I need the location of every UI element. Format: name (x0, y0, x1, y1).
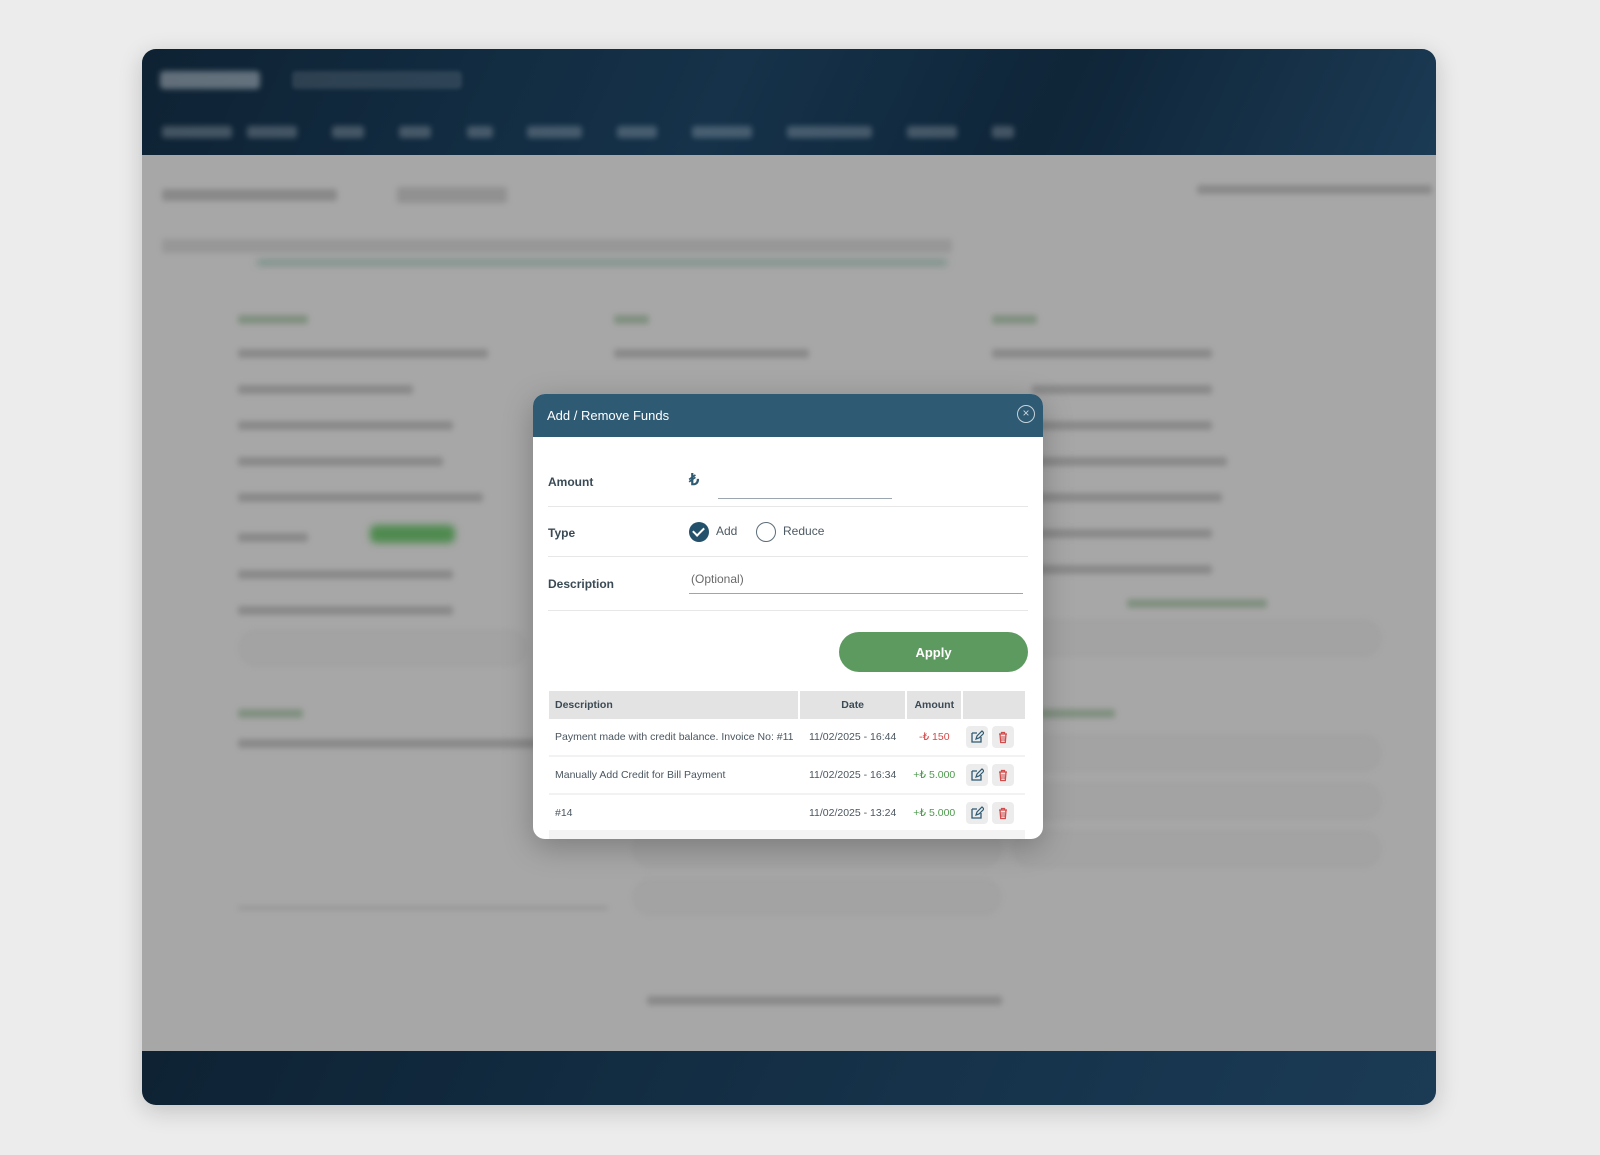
trash-icon[interactable] (992, 802, 1015, 824)
description-row: Description (548, 556, 1028, 611)
action-button-blur (238, 629, 528, 667)
amount-label: Amount (548, 475, 594, 489)
column-header-amount: Amount (906, 691, 964, 719)
breadcrumb-blur (1197, 185, 1432, 194)
row-amount: -₺ 150 (906, 719, 963, 757)
row-actions (962, 756, 1025, 795)
nav-item (162, 126, 232, 138)
description-label: Description (548, 577, 615, 591)
lira-currency-icon: ₺ (689, 472, 700, 489)
trash-icon[interactable] (992, 726, 1015, 748)
amount-row: Amount ₺ (548, 454, 1028, 507)
add-radio-label: Add (716, 524, 738, 538)
nav-item (332, 126, 364, 138)
info-row-blur (238, 385, 413, 394)
info-row-blur (238, 533, 308, 542)
nav-item (467, 126, 493, 138)
notes-blur (238, 739, 538, 748)
add-radio[interactable] (689, 522, 709, 542)
add-remove-funds-modal: Add / Remove Funds × Amount ₺ Type Add R… (533, 394, 1043, 839)
tab-underline (257, 261, 947, 264)
row-actions (962, 719, 1025, 757)
nav-item (399, 126, 431, 138)
info-row-blur (238, 606, 453, 615)
row-actions (962, 794, 1025, 833)
modal-title: Add / Remove Funds (547, 408, 670, 423)
page-title-blur (162, 189, 337, 201)
footer-bar (142, 1051, 1436, 1105)
edit-icon[interactable] (966, 726, 989, 748)
row-description: Manually Add Credit for Bill Payment (549, 756, 799, 795)
section-title-blur (1040, 709, 1115, 718)
service-row-blur (1032, 421, 1212, 430)
table-row: #14 11/02/2025 - 13:24 +₺ 5.000 (549, 794, 1025, 833)
logo (160, 71, 260, 89)
row-date: 11/02/2025 - 16:34 (798, 756, 907, 795)
status-badge (370, 525, 455, 543)
info-row-blur (238, 457, 443, 466)
nav-item (787, 126, 872, 138)
service-row-blur (1032, 565, 1212, 574)
top-navigation-bar (142, 49, 1436, 155)
section-title-blur (614, 315, 649, 324)
service-row-blur (1032, 529, 1212, 538)
action-button-blur (1012, 734, 1382, 772)
action-button-blur (632, 878, 1002, 916)
table-row: Manually Add Credit for Bill Payment 11/… (549, 756, 1025, 795)
table-row: Payment made with credit balance. Invoic… (549, 719, 1025, 757)
action-button-blur (1012, 619, 1382, 657)
nav-item (247, 126, 297, 138)
nav-item (692, 126, 752, 138)
modal-header: Add / Remove Funds × (533, 394, 1043, 437)
nav-item (527, 126, 582, 138)
row-description: Payment made with credit balance. Invoic… (549, 719, 799, 757)
table-row-partial (549, 830, 1025, 839)
column-header-description: Description (549, 691, 800, 719)
type-label: Type (548, 526, 576, 540)
row-description: #14 (549, 794, 799, 833)
edit-icon[interactable] (966, 802, 989, 824)
service-row-blur (992, 349, 1212, 358)
nav-item (992, 126, 1014, 138)
row-amount: +₺ 5.000 (906, 756, 963, 795)
table-header-row: Description Date Amount (549, 691, 1025, 719)
nav-item (617, 126, 657, 138)
type-row: Type Add Reduce (548, 506, 1028, 557)
funds-history-table: Description Date Amount Payment made wit… (549, 691, 1025, 833)
section-title-blur (992, 315, 1037, 324)
row-date: 11/02/2025 - 16:44 (798, 719, 907, 757)
service-row-blur (1032, 385, 1212, 394)
action-button-blur (1012, 830, 1382, 868)
link-blur (1127, 599, 1267, 608)
info-row-blur (238, 421, 453, 430)
action-button-blur (1012, 782, 1382, 820)
service-row-blur (1032, 457, 1227, 466)
trash-icon[interactable] (992, 764, 1015, 786)
service-row-blur (1032, 493, 1222, 502)
info-row-blur (238, 493, 483, 502)
divider (238, 907, 608, 909)
nav-item (907, 126, 957, 138)
column-header-date: Date (798, 691, 908, 719)
section-title-blur (238, 709, 303, 718)
description-input[interactable] (689, 565, 1023, 594)
amount-input[interactable] (718, 478, 892, 499)
close-icon[interactable]: × (1017, 405, 1035, 423)
row-amount: +₺ 5.000 (906, 794, 963, 833)
tabs-blur (162, 239, 952, 253)
reduce-radio-label: Reduce (783, 524, 825, 538)
reduce-radio[interactable] (756, 522, 776, 542)
info-row-blur (238, 349, 488, 358)
apply-button[interactable]: Apply (839, 632, 1028, 672)
column-header-actions (962, 691, 1025, 719)
info-row-blur (238, 570, 453, 579)
footer-text-blur (647, 996, 1002, 1005)
row-date: 11/02/2025 - 13:24 (798, 794, 907, 833)
search-bar (292, 71, 462, 89)
edit-icon[interactable] (966, 764, 989, 786)
section-title-blur (238, 315, 308, 324)
billing-row-blur (614, 349, 809, 358)
client-id-blur (397, 187, 507, 203)
